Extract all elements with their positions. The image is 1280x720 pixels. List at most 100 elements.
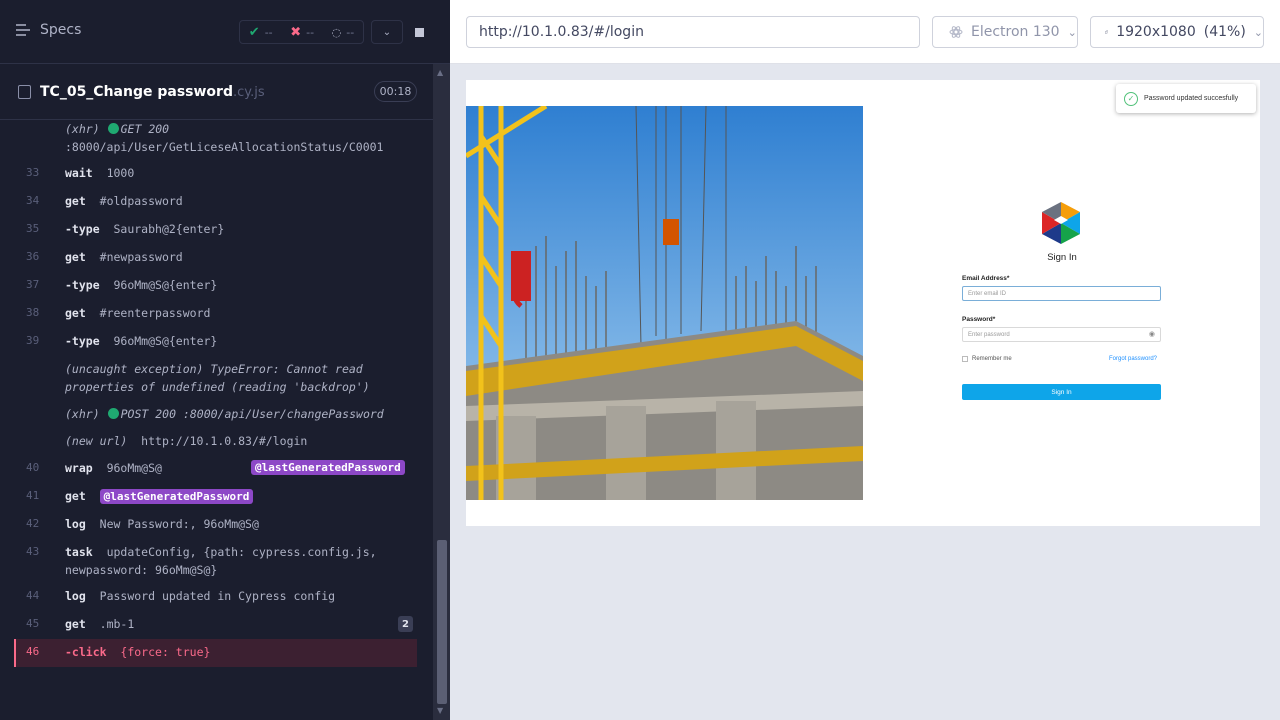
new-url-value: http://10.1.0.83/#/login [141, 434, 308, 448]
application-frame: ✓ Password updated succesfully Sign In E… [466, 80, 1260, 526]
row-number: 42 [26, 517, 40, 530]
browser-name: Electron 130 [971, 24, 1060, 40]
scroll-down-icon[interactable]: ▼ [437, 706, 443, 715]
chevron-down-icon: ⌄ [382, 26, 392, 38]
viewport-info[interactable]: 1920x1080 (41%) ⌄ [1090, 16, 1264, 48]
browser-selector[interactable]: Electron 130 ⌄ [932, 16, 1078, 48]
scroll-up-icon[interactable]: ▲ [437, 68, 443, 77]
command-name: log [65, 589, 86, 603]
spec-name: TC_05_Change password [40, 84, 233, 100]
electron-icon [949, 26, 963, 38]
command-arg: #reenterpassword [99, 306, 211, 320]
command-name: wrap [65, 461, 93, 475]
row-number: 38 [26, 306, 40, 319]
specs-button[interactable]: Specs [16, 22, 81, 38]
pending-count: -- [346, 25, 355, 39]
row-number: 46 [26, 645, 40, 658]
xhr-url: :8000/api/User/GetLiceseAllocationStatus… [65, 140, 384, 154]
command-arg: 96oMm@S@{enter} [113, 334, 218, 348]
row-number: 35 [26, 222, 40, 235]
row-number: 40 [26, 461, 40, 474]
password-placeholder: Enter password [968, 332, 1010, 338]
command-name: log [65, 517, 86, 531]
command-arg: 96oMm@S@{enter} [113, 278, 218, 292]
email-label: Email Address* [962, 275, 1010, 282]
command-name: -type [65, 278, 100, 292]
command-name: get [65, 306, 86, 320]
check-icon: ✔ [248, 24, 260, 40]
signin-button[interactable]: Sign In [962, 384, 1161, 400]
command-name: get [65, 250, 86, 264]
spec-title[interactable]: TC_05_Change password.cy.js [40, 84, 265, 100]
spec-duration: 00:18 [374, 81, 417, 102]
command-name: get [65, 489, 86, 503]
viewport-size: 1920x1080 [1116, 24, 1196, 40]
eye-icon[interactable]: ◉ [1149, 330, 1155, 338]
success-toast: ✓ Password updated succesfully [1116, 84, 1256, 113]
command-name: -type [65, 334, 100, 348]
command-name: wait [65, 166, 93, 180]
reporter-header: Specs ✔ -- ✖ -- ◌ -- ⌄ [0, 0, 450, 64]
command-arg: Saurabh@2{enter} [113, 222, 225, 236]
stop-icon [414, 27, 424, 37]
viewport-scale: (41%) [1203, 24, 1246, 40]
password-input[interactable]: Enter password ◉ [962, 327, 1161, 342]
scrollbar-thumb[interactable] [437, 540, 447, 704]
command-arg: {force: true} [120, 645, 211, 659]
menu-icon [16, 24, 30, 36]
command-log-panel: Specs ✔ -- ✖ -- ◌ -- ⌄ TC_05_Change passwor… [0, 0, 450, 720]
command-arg: .mb-1 [99, 617, 135, 631]
url-bar[interactable]: http://10.1.0.83/#/login [466, 16, 920, 48]
remember-label: Remember me [972, 356, 1012, 362]
forgot-password-link[interactable]: Forgot password? [1109, 356, 1157, 362]
stop-button[interactable] [403, 20, 435, 44]
row-number: 41 [26, 489, 40, 502]
alias-badge: @lastGeneratedPassword [251, 460, 405, 475]
row-number: 34 [26, 194, 40, 207]
new-url-label: (new url) [65, 434, 128, 448]
row-number: 45 [26, 617, 40, 630]
command-arg: updateConfig, {path: cypress.config.js, [106, 545, 377, 559]
construction-image [466, 106, 863, 500]
row-number: 43 [26, 545, 40, 558]
command-arg: #newpassword [99, 250, 183, 264]
element-count-badge: 2 [398, 616, 413, 632]
command-name: -click [65, 645, 107, 659]
xhr-label: (xhr) [65, 407, 100, 421]
spec-extension: .cy.js [232, 85, 265, 100]
viewport-icon [1105, 30, 1109, 34]
chevron-down-icon: ⌄ [1067, 25, 1077, 39]
command-arg: newpassword: 96oMm@S@} [65, 563, 218, 577]
remember-me[interactable]: Remember me [962, 356, 1012, 362]
row-number: 33 [26, 166, 40, 179]
remember-checkbox[interactable] [962, 356, 968, 362]
command-name: -type [65, 222, 100, 236]
check-circle-icon: ✓ [1124, 91, 1138, 106]
toast-message: Password updated succesfully [1144, 95, 1239, 102]
command-arg: #oldpassword [99, 194, 183, 208]
specs-label: Specs [40, 22, 82, 38]
pending-icon: ◌ [331, 25, 342, 39]
chevron-down-icon: ⌄ [1253, 25, 1263, 39]
command-arg: New Password:, 96oMm@S@ [99, 517, 259, 531]
row-number: 37 [26, 278, 40, 291]
alias-badge: @lastGeneratedPassword [99, 489, 254, 504]
signin-title: Sign In [1047, 252, 1077, 263]
xhr-text: POST 200 :8000/api/User/changePassword [120, 407, 384, 421]
row-number: 39 [26, 334, 40, 347]
email-input[interactable]: Enter email ID [962, 286, 1161, 301]
command-arg: Password updated in Cypress config [99, 589, 336, 603]
test-stats: ✔ -- ✖ -- ◌ -- [239, 20, 364, 44]
password-label: Password* [962, 316, 996, 323]
command-name: task [65, 545, 93, 559]
command-arg: 96oMm@S@ [106, 461, 162, 475]
status-dot-icon [107, 408, 119, 419]
passed-count: -- [264, 25, 273, 39]
xhr-label: (xhr) [65, 122, 100, 136]
collapse-button[interactable]: ⌄ [371, 20, 403, 44]
xhr-method: GET 200 [120, 122, 170, 136]
app-preview-panel: http://10.1.0.83/#/login Electron 130 ⌄ … [450, 0, 1280, 720]
preview-toolbar: http://10.1.0.83/#/login Electron 130 ⌄ … [450, 0, 1280, 64]
command-name: get [65, 194, 86, 208]
x-icon: ✖ [290, 24, 302, 40]
